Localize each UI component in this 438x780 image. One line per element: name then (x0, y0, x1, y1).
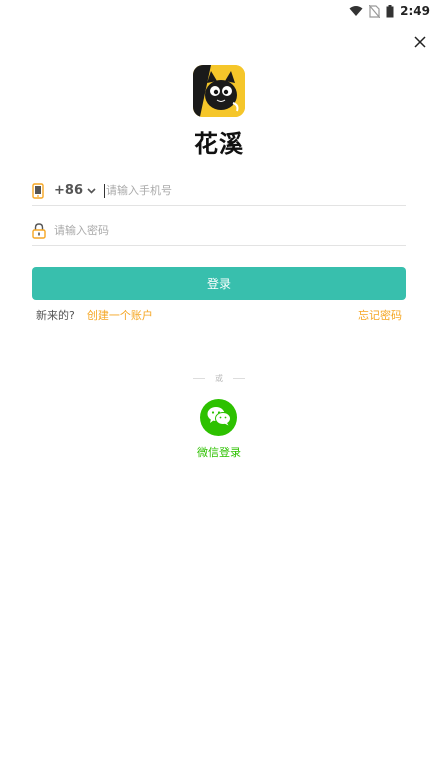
forgot-password-link[interactable]: 忘记密码 (358, 307, 402, 323)
new-user-text: 新来的? (36, 309, 75, 322)
or-divider: 或 (0, 373, 438, 384)
wechat-login-button[interactable] (200, 399, 237, 436)
close-button[interactable] (410, 32, 430, 52)
divider-line-left (193, 378, 205, 379)
login-button[interactable]: 登录 (32, 267, 406, 300)
password-input[interactable] (54, 216, 406, 245)
country-code[interactable]: +86 (54, 183, 83, 198)
status-bar: 2:49 (0, 0, 438, 22)
login-screen: 2:49 花溪 +86 请输入手机号 登录 新来的? 创建一个账户 忘记密码 或… (0, 0, 438, 780)
wechat-icon (207, 406, 231, 430)
status-time: 2:49 (400, 4, 430, 18)
app-logo (193, 65, 245, 117)
account-links: 新来的? 创建一个账户 忘记密码 (36, 307, 402, 323)
wifi-icon (349, 5, 363, 17)
app-name: 花溪 (194, 130, 244, 158)
chevron-down-icon[interactable] (87, 187, 96, 194)
close-icon (414, 33, 426, 52)
or-text: 或 (215, 374, 223, 383)
text-cursor (103, 183, 105, 198)
battery-icon (386, 4, 394, 18)
divider-line-right (233, 378, 245, 379)
wechat-login-label[interactable]: 微信登录 (0, 444, 438, 460)
no-sim-icon (369, 4, 381, 18)
phone-field-row: +86 (32, 176, 406, 206)
phone-icon (32, 182, 46, 199)
password-field-row (32, 216, 406, 246)
create-account-link[interactable]: 创建一个账户 (87, 307, 153, 323)
lock-icon (32, 222, 46, 239)
phone-input[interactable] (105, 176, 406, 205)
